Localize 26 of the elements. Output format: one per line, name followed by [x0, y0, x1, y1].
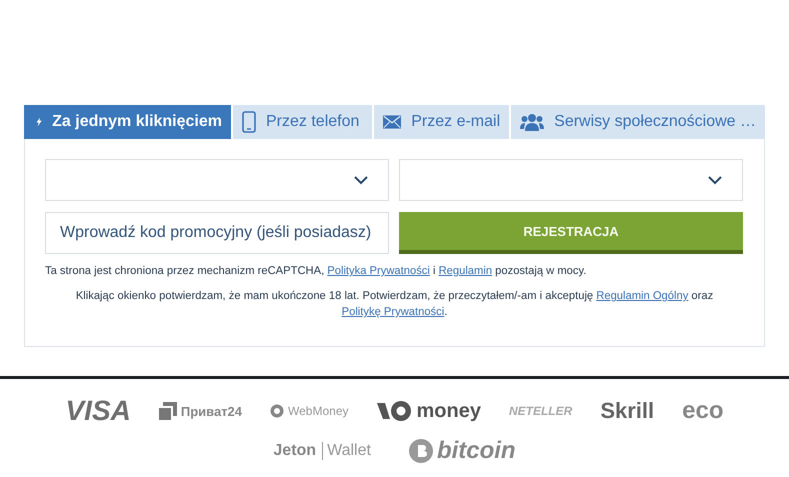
bitcoin-logo: bitcoin	[408, 437, 516, 465]
chevron-down-icon	[708, 176, 722, 184]
neteller-logo: NETELLER	[508, 404, 572, 418]
dropdown-field[interactable]	[399, 159, 743, 201]
register-button[interactable]: REJESTRACJA	[399, 212, 743, 254]
phone-icon	[242, 111, 256, 133]
policy-link[interactable]: Regulamin	[438, 265, 492, 277]
eco-logo: eco	[682, 397, 724, 425]
privat24-logo: Приват24	[158, 402, 242, 420]
policy-link[interactable]: Politykę Prywatności	[342, 306, 444, 318]
skrill-logo: Skrill	[600, 398, 654, 424]
recaptcha-notice: Ta strona jest chroniona przez mechanizm reCAPTCHA, Polityka Prywatności i Regulamin pozostają w mocy.	[45, 265, 588, 277]
webmoney-logo: WebMoney	[270, 404, 348, 418]
chevron-down-icon	[354, 176, 368, 184]
dropdown-field[interactable]	[45, 159, 389, 201]
wallet-logo-text: Wallet	[327, 442, 371, 460]
policy-link[interactable]: Regulamin Ogólny	[596, 290, 688, 302]
visa-logo: VISA	[66, 395, 131, 427]
people-icon	[520, 113, 544, 131]
promo-code-field[interactable]: Wprowadź kod promocyjny (jeśli posiadasz)	[45, 212, 389, 254]
policy-link[interactable]: Polityka Prywatności	[327, 265, 430, 277]
yoomoney-logo: money	[376, 400, 481, 422]
mail-icon	[383, 114, 402, 130]
jeton-logo: Jeton	[273, 442, 324, 460]
age-consent-text: Klikając okienko potwierdzam, że mam ukończone 18 lat. Potwierdzam, że przeczytałem/-am i akceptuję Regulamin Ogólny oraz Politykę Prywatności.	[74, 289, 714, 320]
tab[interactable]: Za jednym kliknięciem	[24, 105, 233, 139]
